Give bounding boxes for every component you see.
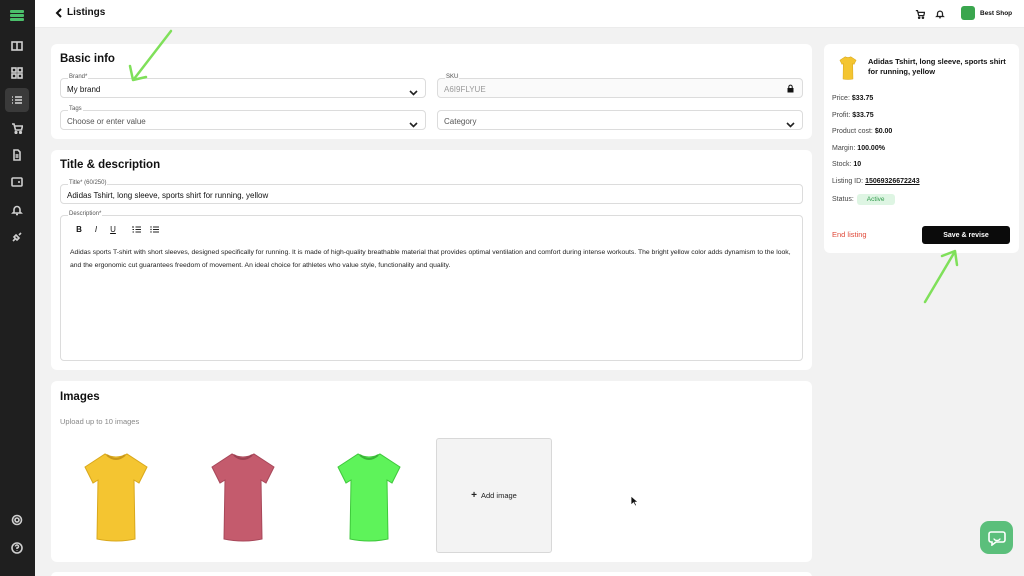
shop-selector[interactable]: Best Shop <box>961 6 1012 20</box>
ordered-list-icon[interactable] <box>132 225 141 234</box>
cost-row: Product cost: $0.00 <box>832 128 893 135</box>
cart-icon[interactable] <box>5 116 29 140</box>
chevron-down-icon <box>786 116 795 128</box>
bullet-list-icon[interactable] <box>150 225 159 234</box>
upload-hint: Upload up to 10 images <box>60 417 140 426</box>
annotation-arrow-icon <box>923 249 959 304</box>
avatar <box>961 6 975 20</box>
chevron-left-icon <box>55 7 62 18</box>
field-label: Title* (60/250) <box>68 180 108 186</box>
chat-support-button[interactable] <box>980 521 1013 554</box>
sku-field: SKU A6I9FLYUE <box>437 74 803 98</box>
product-image[interactable] <box>208 451 278 543</box>
lock-icon <box>787 84 794 93</box>
status-badge: Active <box>856 194 895 205</box>
logo-icon[interactable] <box>10 10 24 22</box>
description-editor[interactable]: Description* B I U Adidas sports T-shirt… <box>60 211 803 361</box>
price-row: Price: $33.75 <box>832 95 874 102</box>
plug-icon[interactable] <box>5 225 29 249</box>
settings-icon[interactable] <box>5 508 29 532</box>
description-text: Adidas sports T-shirt with short sleeves… <box>70 249 791 269</box>
help-icon[interactable] <box>5 536 29 560</box>
title-input[interactable]: Title* (60/250) Adidas Tshirt, long slee… <box>60 180 803 204</box>
title-description-card: Title & description Title* (60/250) Adid… <box>51 150 812 370</box>
plus-icon: + <box>471 490 477 501</box>
page-title: Listings <box>67 7 106 18</box>
field-label: Tags <box>68 106 83 112</box>
section-title: Title & description <box>60 159 161 171</box>
mouse-cursor-icon <box>630 495 639 507</box>
next-section-card <box>51 572 812 576</box>
bell-icon[interactable] <box>5 198 29 222</box>
title-value: Adidas Tshirt, long sleeve, sports shirt… <box>67 191 269 200</box>
margin-row: Margin: 100.00% <box>832 145 885 152</box>
profit-row: Profit: $33.75 <box>832 112 874 119</box>
listing-id-link[interactable]: 15069326672243 <box>865 178 920 185</box>
grid-icon[interactable] <box>5 61 29 85</box>
field-value: A6I9FLYUE <box>444 85 486 94</box>
list-icon[interactable] <box>5 88 29 112</box>
field-label: Description* <box>68 211 103 217</box>
back-button[interactable]: Listings <box>55 7 105 18</box>
product-image[interactable] <box>81 451 151 543</box>
top-header: Listings Best Shop <box>35 0 1024 28</box>
field-label: SKU <box>445 74 460 80</box>
stock-row: Stock: 10 <box>832 161 862 168</box>
section-title: Basic info <box>60 53 115 65</box>
save-revise-button[interactable]: Save & revise <box>922 226 1010 244</box>
bell-icon[interactable] <box>933 7 947 21</box>
chevron-down-icon <box>409 84 418 96</box>
cart-icon[interactable] <box>913 7 927 21</box>
field-label: Brand* <box>68 74 89 80</box>
wallet-icon[interactable] <box>5 170 29 194</box>
annotation-arrow-icon <box>128 29 173 82</box>
book-icon[interactable] <box>5 34 29 58</box>
add-image-label: Add image <box>480 491 517 500</box>
shop-name: Best Shop <box>980 9 1013 17</box>
product-thumbnail <box>839 56 857 80</box>
status-row: Status: Active <box>832 194 895 205</box>
category-select[interactable]: Category <box>437 110 803 130</box>
field-value: My brand <box>67 85 101 94</box>
end-listing-button[interactable]: End listing <box>832 230 867 239</box>
bold-button[interactable]: B <box>75 225 83 234</box>
listing-id-row: Listing ID: 15069326672243 <box>832 178 920 185</box>
chevron-down-icon <box>409 116 418 128</box>
category-placeholder: Category <box>444 117 477 126</box>
document-icon[interactable] <box>5 143 29 167</box>
editor-toolbar: B I U <box>75 225 159 234</box>
images-card: Images Upload up to 10 images + Add imag… <box>51 381 812 562</box>
section-title: Images <box>60 391 100 403</box>
add-image-button[interactable]: + Add image <box>436 438 552 553</box>
brand-select[interactable]: Brand* My brand <box>60 74 426 98</box>
sidebar <box>0 0 35 576</box>
chat-icon <box>987 530 1006 546</box>
listing-summary-panel: Adidas Tshirt, long sleeve, sports shirt… <box>824 44 1019 253</box>
italic-button[interactable]: I <box>92 225 100 234</box>
product-title: Adidas Tshirt, long sleeve, sports shirt… <box>868 57 1006 76</box>
tags-select[interactable]: Tags Choose or enter value <box>60 106 426 130</box>
underline-button[interactable]: U <box>109 225 117 234</box>
product-image[interactable] <box>334 451 404 543</box>
tags-placeholder: Choose or enter value <box>67 117 146 126</box>
